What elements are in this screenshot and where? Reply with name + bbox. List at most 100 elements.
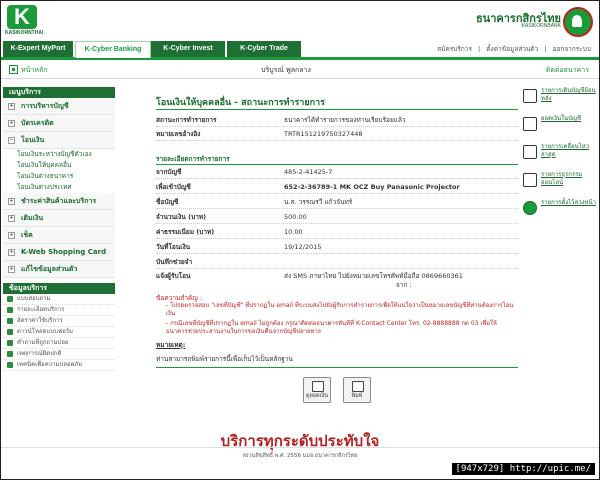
notify-from: จาก : bbox=[396, 281, 412, 289]
tab-k-expert-myport[interactable]: K-Expert MyPort bbox=[3, 41, 73, 57]
bank-seal-icon bbox=[563, 7, 593, 37]
quick-link-scheduled[interactable]: รายการตั้งไว้ล่วงหน้า bbox=[523, 199, 599, 225]
notify-value: ส่ง SMS ภาษาไทย ไปยังหมายเลขโทรศัพท์มือถ… bbox=[284, 272, 463, 280]
expand-icon: + bbox=[8, 249, 15, 256]
sidebar-item-k-web-shopping-card[interactable]: + K-Web Shopping Card bbox=[3, 244, 115, 261]
footer-slogan: บริการทุกระดับประทับใจ bbox=[220, 434, 380, 450]
detail-row-date: วันที่โอนเงิน 19/12/2015 bbox=[156, 242, 518, 254]
sidebar-item-account-management[interactable]: + การบริหารบัญชี bbox=[3, 98, 115, 115]
footer-copyright: สงวนลิขสิทธิ์ พ.ศ. 2556 บมจ.ธนาคารกสิกรไ… bbox=[242, 453, 358, 459]
quick-link-balance[interactable]: ยอดเงินในบัญชี bbox=[523, 115, 599, 141]
expand-icon: + bbox=[8, 103, 15, 110]
contact-bank-link[interactable]: ติดต่อธนาคาร bbox=[546, 65, 589, 76]
status-value: ธนาคารได้ทำรายการของท่านเรียบร้อยแล้ว bbox=[284, 116, 406, 124]
tab-k-cyber-invest[interactable]: K-Cyber Invest bbox=[151, 41, 225, 57]
page-title: โอนเงินให้บุคคลอื่น - สถานะการทำรายการ bbox=[156, 98, 325, 108]
status-label: สถานะการทำรายการ bbox=[156, 116, 217, 124]
sidebar-item-credit-card[interactable]: + บัตรเครดิต bbox=[3, 115, 115, 132]
logo-subtitle: KASIKORNTHAI bbox=[5, 30, 44, 36]
detail-row-amount: จำนวนเงิน (บาท) 500.00 bbox=[156, 212, 518, 224]
fee-icon bbox=[7, 318, 13, 324]
app-window: K KASIKORNTHAI ธนาคารกสิกรไทย KASIKORNBA… bbox=[0, 0, 600, 480]
important-note-2: - กรณีเลขที่บัญชีที่ปรากฏใน email ไม่ถูก… bbox=[166, 320, 497, 335]
statement-icon bbox=[523, 89, 537, 103]
apply-link[interactable]: สมัครบริการ bbox=[437, 45, 472, 53]
header: K KASIKORNTHAI ธนาคารกสิกรไทย KASIKORNBA… bbox=[1, 1, 599, 41]
balance-icon bbox=[312, 381, 324, 392]
sidebar-sub-other-bank[interactable]: โอนเงินต่างธนาคาร bbox=[3, 171, 115, 182]
sidebar-item-top-up[interactable]: + เติมเงิน bbox=[3, 210, 115, 227]
quick-link-statement[interactable]: รายการเดินบัญชีย้อนหลัง bbox=[523, 87, 599, 113]
sidebar-menu-title: เมนูบริการ bbox=[3, 87, 115, 98]
sidebar-item-transfer[interactable]: − โอนเงิน bbox=[3, 132, 115, 149]
printer-icon bbox=[352, 381, 364, 392]
home-icon[interactable] bbox=[9, 65, 18, 74]
recent-icon bbox=[523, 145, 537, 159]
info-icon bbox=[7, 307, 13, 313]
view-balance-button[interactable]: ดูยอดเงิน bbox=[303, 377, 331, 403]
important-note-1: - โปรดตรวจสอบ "เลขที่บัญชี" ที่ปรากฏใน e… bbox=[166, 302, 514, 317]
remark-title: หมายเหตุ: bbox=[156, 341, 186, 349]
help-item-fees[interactable]: อัตราค่าใช้บริการ bbox=[3, 316, 115, 327]
lock-icon bbox=[7, 362, 13, 368]
sidebar-sub-own-account[interactable]: โอนเงินระหว่างบัญชีตัวเอง bbox=[3, 149, 115, 160]
quick-links: รายการเดินบัญชีย้อนหลัง ยอดเงินในบัญชี ร… bbox=[523, 87, 599, 227]
faq-icon bbox=[7, 340, 13, 346]
expand-icon: + bbox=[8, 120, 15, 127]
user-name: บริบูรณ์ พูลกลาง bbox=[261, 66, 311, 74]
section-divider bbox=[156, 164, 518, 165]
detail-row-memo: บันทึกช่วยจำ bbox=[156, 257, 518, 269]
sidebar-item-bill-payment[interactable]: + ชำระค่าสินค้าและบริการ bbox=[3, 193, 115, 210]
print-button[interactable]: พิมพ์ bbox=[343, 377, 371, 403]
logout-link[interactable]: ออกจากระบบ bbox=[553, 45, 591, 53]
home-link[interactable]: หน้าหลัก bbox=[21, 65, 47, 76]
detail-row-account-name: ชื่อบัญชี น.ส. วรรณรวี แก้วจันทร์ bbox=[156, 197, 518, 209]
quick-link-recent[interactable]: รายการเคลื่อนไหวล่าสุด bbox=[523, 143, 599, 169]
expand-icon: + bbox=[8, 198, 15, 205]
reference-value: TRTR151219750327448 bbox=[284, 130, 363, 138]
tab-k-cyber-trade[interactable]: K-Cyber Trade bbox=[227, 41, 301, 57]
status-row: สถานะการทำรายการ ธนาคารได้ทำรายการของท่า… bbox=[156, 115, 518, 127]
detail-row-from: จากบัญชี 485-2-41425-7 bbox=[156, 167, 518, 179]
online-icon bbox=[523, 173, 537, 187]
remark-text: ท่านสามารถพิมพ์รายการนี้เพื่อเก็บไว้เป็น… bbox=[156, 355, 293, 363]
footer-divider bbox=[1, 447, 599, 448]
collapse-icon: − bbox=[8, 137, 15, 144]
expand-icon: + bbox=[8, 232, 15, 239]
tab-k-cyber-banking[interactable]: K-Cyber Banking bbox=[75, 41, 151, 58]
detail-row-notify: แจ้งผู้รับโอน ส่ง SMS ภาษาไทย ไปยังหมายเ… bbox=[156, 271, 518, 293]
balance-icon bbox=[523, 117, 537, 131]
sidebar-sub-overseas[interactable]: โอนเงินต่างประเทศ bbox=[3, 182, 115, 193]
bottom-divider bbox=[156, 367, 518, 368]
upload-watermark: [947x729] http://upic.me/ bbox=[451, 463, 595, 475]
help-item-service-details[interactable]: รายละเอียดบริการ bbox=[3, 305, 115, 316]
help-item-faq[interactable]: คำถามที่ถูกถามบ่อย bbox=[3, 338, 115, 349]
settings-link[interactable]: ตั้งค่าข้อมูลส่วนตัว bbox=[486, 45, 538, 53]
help-item-incidents[interactable]: เหตุการณ์ผิดปกติ bbox=[3, 349, 115, 360]
help-item-survey[interactable]: แบบสอบถาม bbox=[3, 294, 115, 305]
survey-icon bbox=[7, 296, 13, 302]
schedule-icon bbox=[523, 201, 537, 215]
expand-icon: + bbox=[8, 266, 15, 273]
sidebar-help-title: ข้อมูลบริการ bbox=[3, 283, 115, 294]
quick-link-online-transactions[interactable]: รายการธุรกรรมออนไลน์ bbox=[523, 171, 599, 197]
sidebar-sub-other-person[interactable]: โอนเงินให้บุคคลอื่น bbox=[3, 160, 115, 171]
help-item-download-forms[interactable]: ดาวน์โหลดแบบฟอร์ม bbox=[3, 327, 115, 338]
kbank-logo[interactable]: K bbox=[7, 5, 37, 29]
section-title-details: รายละเอียดการทำรายการ bbox=[156, 155, 230, 163]
sidebar-item-cheque[interactable]: + เช็ค bbox=[3, 227, 115, 244]
reference-row: หมายเลขอ้างอิง TRTR151219750327448 bbox=[156, 129, 518, 141]
reference-label: หมายเลขอ้างอิง bbox=[156, 130, 201, 138]
notify-label: แจ้งผู้รับโอน bbox=[156, 272, 191, 280]
download-icon bbox=[7, 329, 13, 335]
top-links: สมัครบริการ | ตั้งค่าข้อมูลส่วนตัว | ออก… bbox=[437, 45, 591, 53]
detail-row-to: เพื่อเข้าบัญชี 652-2-36789-1 MK OCZ Buy … bbox=[156, 182, 518, 194]
help-item-security-tips[interactable]: เทคนิคเพื่อความปลอดภัย bbox=[3, 360, 115, 371]
warning-icon bbox=[7, 351, 13, 357]
bank-name-english: KASIKORNBANK bbox=[521, 23, 561, 29]
detail-row-fee: ค่าธรรมเนียม (บาท) 10.00 bbox=[156, 227, 518, 239]
expand-icon: + bbox=[8, 215, 15, 222]
sidebar-item-edit-profile[interactable]: + แก้ไขข้อมูลส่วนตัว bbox=[3, 261, 115, 278]
title-divider bbox=[156, 109, 518, 110]
sub-header: หน้าหลัก บริบูรณ์ พูลกลาง ติดต่อธนาคาร bbox=[1, 60, 599, 79]
